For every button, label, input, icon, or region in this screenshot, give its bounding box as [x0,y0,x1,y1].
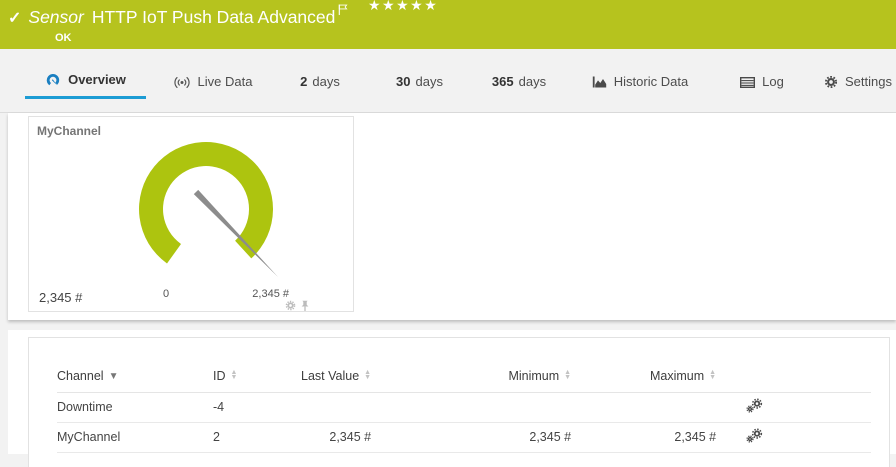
sensor-status-badge: OK [55,32,72,44]
cell-last-value: 2,345 # [301,422,371,452]
cell-maximum [571,392,716,422]
sort-icon: ▲▼ [709,370,716,380]
table-panel: Channel ▼ ID ▲▼ Last Value ▲▼ Minimum ▲▼ Max… [8,330,896,454]
tab-log[interactable]: Log [727,63,797,99]
column-header-last-value[interactable]: Last Value ▲▼ [301,360,371,392]
sensor-title: HTTP IoT Push Data Advanced [92,7,336,28]
sort-icon: ▲▼ [564,370,571,380]
channel-settings-gears-icon[interactable] [746,398,763,413]
overview-panel: MyChannel 0 2,345 # 2,345 # [8,113,896,320]
channels-card: Channel ▼ ID ▲▼ Last Value ▲▼ Minimum ▲▼ Max… [28,337,890,467]
sort-icon: ▲▼ [231,370,238,380]
gauge-chart [29,117,353,311]
tab-number: 30 [396,74,410,89]
tab-2-days[interactable]: 2 days [285,63,355,99]
tab-settings[interactable]: Settings [820,63,896,99]
tab-365-days[interactable]: 365 days [478,63,560,99]
column-header-channel[interactable]: Channel ▼ [57,360,213,392]
column-header-maximum[interactable]: Maximum ▲▼ [571,360,716,392]
area-chart-icon [592,76,607,88]
table-header-row: Channel ▼ ID ▲▼ Last Value ▲▼ Minimum ▲▼ Max… [57,360,871,392]
sensor-type-label: Sensor [28,7,83,28]
tab-label: days [312,74,339,89]
tab-overview[interactable]: Overview [25,63,146,99]
tab-label: Overview [68,72,126,87]
log-list-icon [740,77,755,88]
tab-label: Settings [845,74,892,89]
column-header-minimum[interactable]: Minimum ▲▼ [371,360,571,392]
tab-number: 365 [492,74,514,89]
column-label: ID [213,369,226,383]
column-label: Channel [57,369,104,383]
priority-stars[interactable]: ★★★★★ [368,0,438,14]
tab-bar: Overview Live Data 2 days 30 days 365 da… [0,49,896,113]
gauge-card: MyChannel 0 2,345 # 2,345 # [28,116,354,312]
cell-id: 2 [213,422,301,452]
tab-label: Live Data [198,74,253,89]
tab-label: days [519,74,546,89]
cell-minimum [371,392,571,422]
gauge-current-value: 2,345 # [39,290,82,305]
gauge-pin-icon[interactable] [300,300,310,312]
tab-label: Log [762,74,784,89]
sort-icon: ▲▼ [364,370,371,380]
table-row-downtime[interactable]: Downtime -4 [57,392,871,422]
sensor-header: ✓ Sensor HTTP IoT Push Data Advanced ★★★… [0,0,896,49]
channels-table: Channel ▼ ID ▲▼ Last Value ▲▼ Minimum ▲▼ Max… [57,360,871,453]
channel-settings-gears-icon[interactable] [746,428,763,443]
status-check-icon: ✓ [8,8,21,28]
gauge-icon [45,73,61,88]
column-header-id[interactable]: ID ▲▼ [213,360,301,392]
tab-30-days[interactable]: 30 days [382,63,457,99]
tab-historic-data[interactable]: Historic Data [580,63,700,99]
gauge-scale-max: 2,345 # [234,288,289,300]
sort-desc-icon: ▼ [109,371,119,382]
broadcast-icon [173,76,191,89]
tab-label: Historic Data [614,74,688,89]
column-label: Maximum [650,369,704,383]
flag-icon[interactable] [338,3,348,21]
column-label: Minimum [508,369,559,383]
gear-icon [824,75,838,89]
cell-minimum: 2,345 # [371,422,571,452]
cell-id: -4 [213,392,301,422]
gauge-settings-gear-icon[interactable] [285,300,296,312]
tab-label: days [416,74,443,89]
cell-channel: Downtime [57,392,213,422]
cell-channel: MyChannel [57,422,213,452]
column-label: Last Value [301,369,359,383]
column-header-actions [716,360,871,392]
table-row-mychannel[interactable]: MyChannel 2 2,345 # 2,345 # 2,345 # [57,422,871,452]
cell-maximum: 2,345 # [571,422,716,452]
tab-number: 2 [300,74,307,89]
gauge-scale-min: 0 [151,288,181,300]
tab-live-data[interactable]: Live Data [160,63,265,99]
cell-last-value [301,392,371,422]
